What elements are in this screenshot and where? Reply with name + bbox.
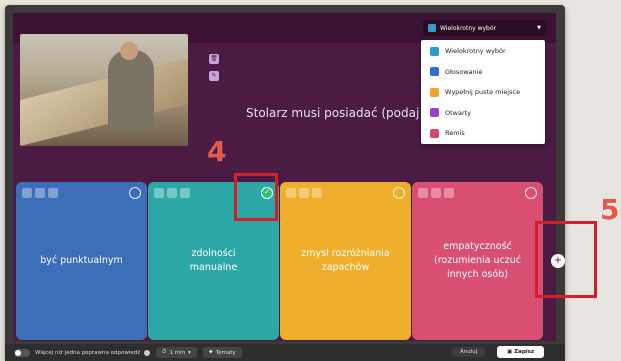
- carpenter-figure: [108, 50, 154, 130]
- question-type-select[interactable]: Wielokrotny wybór ▼: [423, 20, 547, 36]
- topics-button[interactable]: ⬥ Tematy: [202, 347, 242, 358]
- multiple-correct-toggle[interactable]: [14, 348, 30, 357]
- question-image[interactable]: [20, 34, 188, 146]
- delete-icon[interactable]: [286, 188, 296, 198]
- formula-icon[interactable]: [180, 188, 190, 198]
- highlight-box-5: [535, 221, 597, 298]
- image-icon[interactable]: [431, 188, 441, 198]
- dropdown-item-voting[interactable]: Głosowanie: [421, 62, 545, 83]
- answer-tools: [418, 188, 454, 198]
- multiple-correct-label: Więcej niż jedna poprawna odpowiedź: [35, 349, 141, 356]
- formula-icon[interactable]: [48, 188, 58, 198]
- dropdown-item-multiple-choice[interactable]: Wielokrotny wybór: [421, 41, 545, 62]
- dropdown-item-open[interactable]: Otwarty: [421, 103, 545, 124]
- answer-text[interactable]: empatyczność (rozumienia uczuć innych os…: [423, 240, 533, 283]
- open-question-icon: [430, 108, 439, 118]
- answer-card[interactable]: empatyczność (rozumienia uczuć innych os…: [412, 182, 543, 340]
- draw-icon: [430, 128, 439, 138]
- highlight-box-4: [234, 173, 278, 221]
- dropdown-item-fill-blank[interactable]: Wypełnij puste miejsce: [421, 82, 545, 103]
- tag-icon: ⬥: [208, 349, 213, 355]
- info-icon[interactable]: [144, 349, 151, 356]
- carpenter-head: [120, 42, 138, 60]
- image-icon[interactable]: [167, 188, 177, 198]
- annotation-marker-4: 4: [207, 135, 227, 168]
- timer-icon: ⏱: [162, 349, 167, 355]
- delete-image-icon[interactable]: 🗑: [209, 54, 219, 64]
- formula-icon[interactable]: [444, 188, 454, 198]
- question-type-dropdown: Wielokrotny wybór Głosowanie Wypełnij pu…: [421, 40, 545, 144]
- delete-icon[interactable]: [418, 188, 428, 198]
- question-type-label: Wielokrotny wybór: [440, 24, 496, 32]
- wood-plank: [20, 58, 188, 146]
- answer-tools: [286, 188, 322, 198]
- chevron-down-icon: ▼: [537, 25, 541, 31]
- footer-bar: Więcej niż jedna poprawna odpowiedź ⏱ 1 m…: [5, 344, 565, 361]
- answer-card[interactable]: zmysł rozróżniania zapachów: [280, 182, 411, 340]
- formula-icon[interactable]: [312, 188, 322, 198]
- delete-icon[interactable]: [22, 188, 32, 198]
- add-answer-button[interactable]: +: [551, 254, 565, 268]
- time-select[interactable]: ⏱ 1 min ▾: [156, 347, 197, 358]
- answer-text[interactable]: zmysł rozróżniania zapachów: [291, 247, 401, 276]
- answer-text[interactable]: zdolności manualne: [174, 247, 254, 276]
- image-icon[interactable]: [35, 188, 45, 198]
- cancel-button[interactable]: Anuluj: [452, 347, 486, 357]
- chevron-down-icon: ▾: [188, 349, 191, 356]
- answer-card[interactable]: być punktualnym: [16, 182, 147, 340]
- fill-blank-icon: [430, 87, 439, 97]
- delete-icon[interactable]: [154, 188, 164, 198]
- correct-toggle-icon[interactable]: [393, 187, 405, 199]
- multiple-choice-icon: [430, 46, 439, 56]
- correct-toggle-icon[interactable]: [129, 187, 141, 199]
- image-icon[interactable]: [299, 188, 309, 198]
- dropdown-item-draw[interactable]: Remis: [421, 123, 545, 144]
- answer-tools: [154, 188, 190, 198]
- question-text[interactable]: Stolarz musi posiadać (podaj no: [246, 106, 438, 120]
- answer-text[interactable]: być punktualnym: [40, 254, 123, 268]
- voting-icon: [430, 67, 439, 77]
- annotation-marker-5: 5: [600, 193, 620, 226]
- multiple-choice-icon: [428, 24, 436, 32]
- save-button[interactable]: ▣ Zapisz: [497, 346, 545, 358]
- answer-tools: [22, 188, 58, 198]
- correct-toggle-icon[interactable]: [525, 187, 537, 199]
- edit-image-icon[interactable]: ✎: [209, 71, 219, 81]
